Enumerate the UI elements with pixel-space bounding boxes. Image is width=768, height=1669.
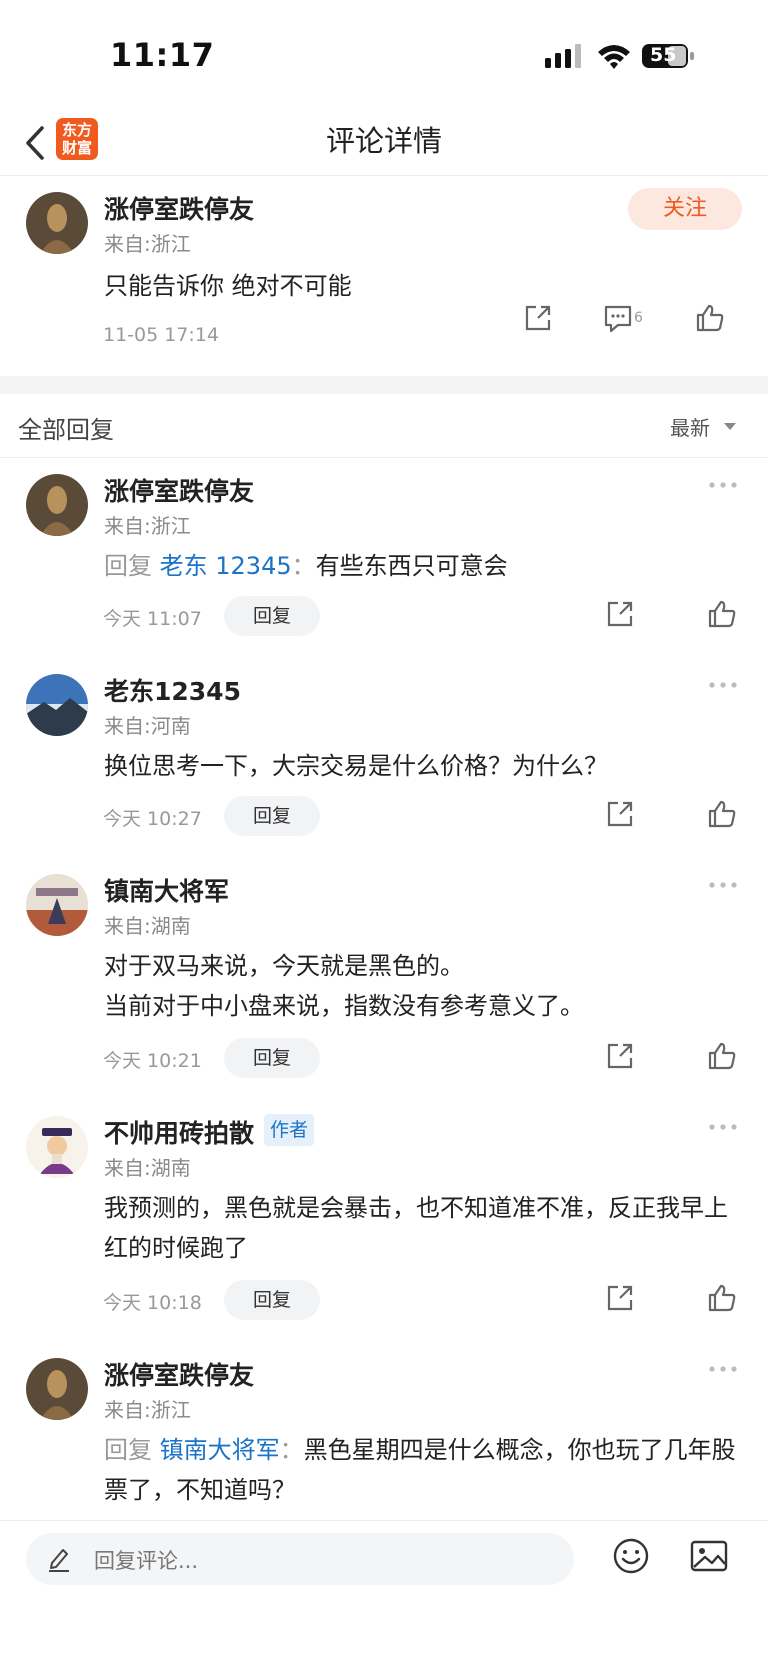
comment-date: 11-05 17:14	[103, 324, 220, 346]
username[interactable]: 涨停室跌停友	[104, 472, 254, 508]
reply-target-link[interactable]: 老东 12345	[160, 552, 292, 580]
location: 来自:河南	[104, 714, 191, 738]
avatar[interactable]	[26, 1358, 88, 1420]
reply-item: 涨停室跌停友 来自:浙江 回复 镇南大将军：黑色星期四是什么概念，你也玩了几年股…	[0, 1342, 768, 1520]
like-icon[interactable]	[706, 1040, 738, 1072]
battery-icon: 55	[642, 42, 696, 70]
reply-text: 回复 老东 12345：有些东西只可意会	[104, 546, 744, 586]
avatar[interactable]	[26, 1116, 88, 1178]
reply-time: 今天 10:18	[103, 1292, 202, 1314]
avatar[interactable]	[26, 474, 88, 536]
share-icon[interactable]	[522, 302, 554, 334]
replies-header: 全部回复 最新	[0, 394, 768, 458]
username[interactable]: 涨停室跌停友	[104, 190, 254, 226]
reply-time: 今天 10:27	[103, 808, 202, 830]
author-badge: 作者	[264, 1114, 315, 1146]
avatar[interactable]	[26, 874, 88, 936]
reply-text: 回复 镇南大将军：黑色星期四是什么概念，你也玩了几年股票了，不知道吗？	[104, 1430, 744, 1510]
reply-button[interactable]: 回复	[224, 1280, 320, 1320]
reply-prefix: 回复	[104, 1436, 160, 1464]
follow-button[interactable]: 关注	[628, 188, 742, 230]
username[interactable]: 涨停室跌停友	[104, 1356, 254, 1392]
reply-text-line: 当前对于中小盘来说，指数没有参考意义了。	[104, 992, 584, 1020]
reply-target-link[interactable]: 镇南大将军	[160, 1436, 280, 1464]
reply-body: 有些东西只可意会	[315, 552, 508, 580]
reply-colon: ：	[279, 1436, 304, 1464]
pen-icon	[49, 1549, 69, 1572]
location: 来自:湖南	[104, 914, 191, 938]
comment-text: 只能告诉你 绝对不可能	[104, 272, 352, 300]
main-comment: 涨停室跌停友 来自:浙江 关注 只能告诉你 绝对不可能 11-05 17:14 …	[0, 176, 768, 376]
share-icon[interactable]	[604, 1040, 636, 1072]
username[interactable]: 镇南大将军	[104, 872, 229, 908]
share-icon[interactable]	[604, 798, 636, 830]
avatar[interactable]	[26, 674, 88, 736]
reply-item: 老东12345 来自:河南 换位思考一下，大宗交易是什么价格？为什么？ 今天 1…	[0, 658, 768, 858]
reply-text-line: 对于双马来说，今天就是黑色的。	[104, 952, 464, 980]
more-icon[interactable]	[708, 1122, 738, 1132]
bottom-input-bar: 回复评论...	[0, 1520, 768, 1669]
reply-button[interactable]: 回复	[224, 596, 320, 636]
more-icon[interactable]	[708, 880, 738, 890]
reply-item: 镇南大将军 来自:湖南 对于双马来说，今天就是黑色的。 当前对于中小盘来说，指数…	[0, 858, 768, 1100]
reply-text: 对于双马来说，今天就是黑色的。 当前对于中小盘来说，指数没有参考意义了。	[104, 946, 744, 1026]
location: 来自:浙江	[104, 232, 191, 256]
reply-input-placeholder: 回复评论...	[94, 1549, 199, 1573]
reply-item: 涨停室跌停友 来自:浙江 回复 老东 12345：有些东西只可意会 今天 11:…	[0, 458, 768, 658]
reply-colon: ：	[291, 552, 316, 580]
reply-button[interactable]: 回复	[224, 796, 320, 836]
like-icon[interactable]	[706, 598, 738, 630]
username[interactable]: 老东12345	[104, 672, 241, 708]
location: 来自:湖南	[104, 1156, 191, 1180]
share-icon[interactable]	[604, 1282, 636, 1314]
cellular-signal-icon	[545, 44, 581, 68]
more-icon[interactable]	[708, 680, 738, 690]
location: 来自:浙江	[104, 1398, 191, 1422]
battery-level: 55	[650, 44, 677, 66]
like-icon[interactable]	[706, 798, 738, 830]
status-time: 11:17	[110, 36, 215, 74]
replies-title: 全部回复	[18, 416, 114, 444]
page-title: 评论详情	[325, 124, 442, 158]
location: 来自:浙江	[104, 514, 191, 538]
reply-input[interactable]: 回复评论...	[26, 1533, 574, 1585]
nav-bar: 东方 财富 评论详情	[0, 110, 768, 176]
section-divider	[0, 376, 768, 394]
reply-item: 不帅用砖拍散 作者 来自:湖南 我预测的，黑色就是会暴击，也不知道准不准，反正我…	[0, 1100, 768, 1342]
comment-icon[interactable]	[602, 302, 634, 334]
avatar[interactable]	[26, 192, 88, 254]
emoji-icon[interactable]	[612, 1537, 650, 1575]
reply-time: 今天 11:07	[103, 608, 202, 630]
reply-button[interactable]: 回复	[224, 1038, 320, 1078]
caret-down-icon[interactable]	[724, 423, 736, 430]
status-bar: 11:17 55	[0, 0, 768, 110]
like-icon[interactable]	[706, 1282, 738, 1314]
reply-text: 换位思考一下，大宗交易是什么价格？为什么？	[104, 752, 608, 780]
reply-text: 我预测的，黑色就是会暴击，也不知道准不准，反正我早上红的时候跑了	[104, 1194, 728, 1262]
wifi-icon	[598, 45, 630, 69]
like-icon[interactable]	[694, 302, 726, 334]
username[interactable]: 不帅用砖拍散	[104, 1114, 254, 1150]
reply-count: 6	[634, 310, 643, 326]
reply-time: 今天 10:21	[103, 1050, 202, 1072]
image-icon[interactable]	[690, 1539, 728, 1573]
more-icon[interactable]	[708, 480, 738, 490]
reply-prefix: 回复	[104, 552, 160, 580]
sort-dropdown[interactable]: 最新	[670, 412, 710, 441]
more-icon[interactable]	[708, 1364, 738, 1374]
share-icon[interactable]	[604, 598, 636, 630]
